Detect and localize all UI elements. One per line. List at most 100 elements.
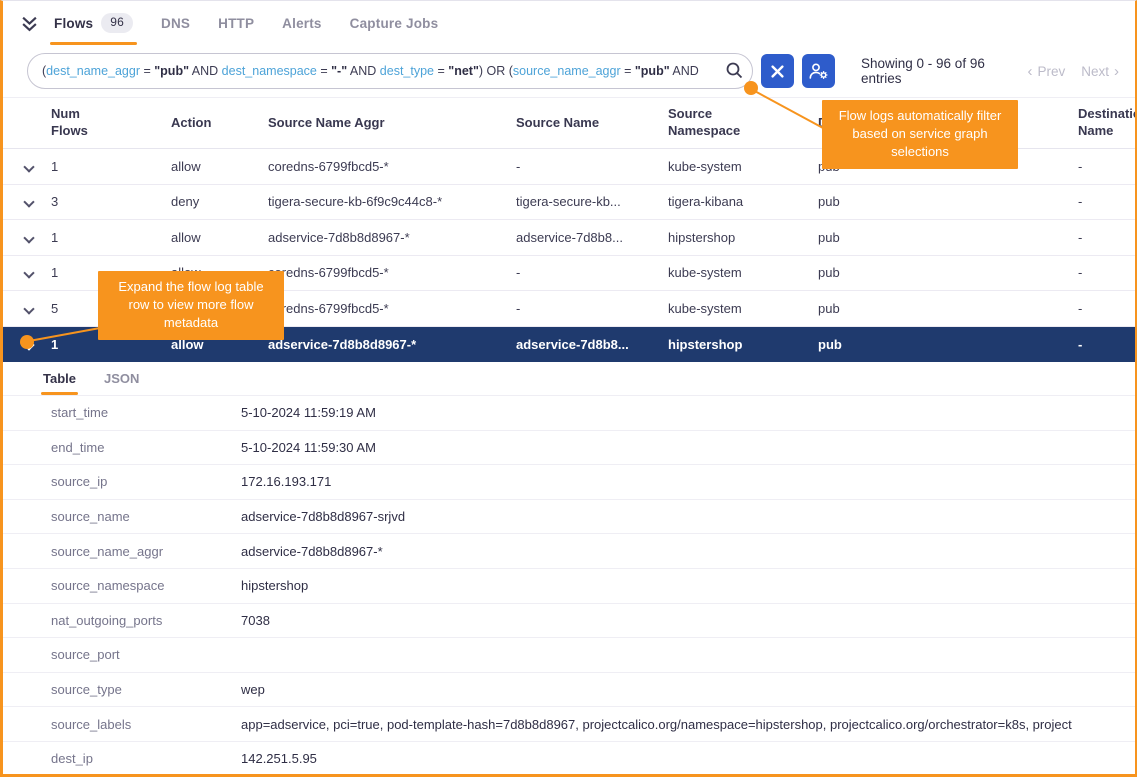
cell-action: allow — [171, 230, 268, 245]
detail-key: source_namespace — [51, 578, 241, 593]
entries-count: Showing 0 - 96 of 96 entries — [861, 56, 1019, 86]
cell-destination-name: - — [1078, 230, 1135, 245]
tab-dns[interactable]: DNS — [161, 1, 190, 45]
detail-row: source_ip172.16.193.171 — [3, 465, 1135, 500]
clear-filter-button[interactable] — [761, 54, 794, 88]
column-header[interactable]: Destination Name — [1078, 106, 1135, 140]
cell-destination-name: - — [1078, 301, 1135, 316]
table-row[interactable]: 3denytigera-secure-kb-6f9c9c44c8-*tigera… — [3, 185, 1135, 221]
cell-source-name: - — [516, 265, 668, 280]
tab-http[interactable]: HTTP — [218, 1, 254, 45]
detail-row: source_nameadservice-7d8b8d8967-srjvd — [3, 500, 1135, 535]
cell-source-namespace: tigera-kibana — [668, 194, 818, 209]
detail-value: adservice-7d8b8d8967-srjvd — [241, 509, 1135, 524]
detail-value: app=adservice, pci=true, pod-template-ha… — [241, 717, 1135, 732]
cell-source-name-aggr: adservice-7d8b8d8967-* — [268, 337, 516, 352]
detail-tab-table[interactable]: Table — [43, 362, 76, 395]
filter-settings-button[interactable] — [802, 54, 835, 88]
prev-label: Prev — [1037, 64, 1065, 79]
detail-row: dest_ip142.251.5.95 — [3, 742, 1135, 777]
cell-source-name-aggr: coredns-6799fbcd5-* — [268, 301, 516, 316]
detail-key: nat_outgoing_ports — [51, 613, 241, 628]
cell-dest-name-aggr: pub — [818, 194, 1078, 209]
query-segment: dest_namespace — [222, 64, 317, 78]
cell-destination-name: - — [1078, 337, 1135, 352]
column-header[interactable]: Source Name — [516, 115, 668, 132]
query-segment: = — [434, 64, 448, 78]
collapse-panel-icon[interactable] — [21, 15, 38, 32]
column-header[interactable]: Action — [171, 115, 268, 132]
cell-destination-name: - — [1078, 194, 1135, 209]
cell-destination-name: - — [1078, 159, 1135, 174]
expand-chevron-icon[interactable] — [3, 337, 51, 352]
detail-value: wep — [241, 682, 1135, 697]
expand-chevron-icon[interactable] — [3, 301, 51, 316]
cell-num-flows: 1 — [51, 230, 171, 245]
detail-tab-json[interactable]: JSON — [104, 362, 139, 395]
detail-value: adservice-7d8b8d8967-* — [241, 544, 1135, 559]
expand-chevron-icon[interactable] — [3, 159, 51, 174]
cell-source-namespace: hipstershop — [668, 230, 818, 245]
cell-source-name-aggr: tigera-secure-kb-6f9c9c44c8-* — [268, 194, 516, 209]
cell-destination-name: - — [1078, 265, 1135, 280]
detail-key: dest_ip — [51, 751, 241, 766]
cell-num-flows: 3 — [51, 194, 171, 209]
detail-row: source_typewep — [3, 673, 1135, 708]
cell-source-name: - — [516, 159, 668, 174]
cell-dest-name-aggr: pub — [818, 265, 1078, 280]
query-segment: "pub" — [635, 64, 670, 78]
tab-label: Flows — [54, 16, 93, 31]
cell-action: allow — [171, 159, 268, 174]
query-segment: = — [621, 64, 635, 78]
detail-value: 5-10-2024 11:59:30 AM — [241, 440, 1135, 455]
cell-source-name-aggr: adservice-7d8b8d8967-* — [268, 230, 516, 245]
query-segment: "net" — [448, 64, 479, 78]
detail-row: source_labelsapp=adservice, pci=true, po… — [3, 707, 1135, 742]
filter-row: (dest_name_aggr = "pub" AND dest_namespa… — [3, 45, 1135, 97]
tab-label: HTTP — [218, 16, 254, 31]
search-icon[interactable] — [721, 60, 744, 82]
next-button[interactable]: Next › — [1081, 63, 1119, 80]
prev-button[interactable]: ‹Prev — [1027, 63, 1065, 80]
filter-query-input[interactable]: (dest_name_aggr = "pub" AND dest_namespa… — [27, 53, 753, 89]
tab-alerts[interactable]: Alerts — [282, 1, 321, 45]
cell-action: deny — [171, 194, 268, 209]
query-segment: AND — [347, 64, 380, 78]
detail-row: end_time5-10-2024 11:59:30 AM — [3, 431, 1135, 466]
cell-source-namespace: kube-system — [668, 301, 818, 316]
column-header[interactable]: Source Namespace — [668, 106, 760, 140]
tab-capture-jobs[interactable]: Capture Jobs — [350, 1, 439, 45]
flows-count-badge: 96 — [101, 13, 133, 33]
detail-key: source_labels — [51, 717, 241, 732]
tab-label: DNS — [161, 16, 190, 31]
query-segment: "-" — [331, 64, 347, 78]
detail-key: end_time — [51, 440, 241, 455]
cell-dest-name-aggr: pub — [818, 230, 1078, 245]
cell-source-name: tigera-secure-kb... — [516, 194, 668, 209]
column-header[interactable]: Num Flows — [51, 106, 103, 140]
tab-label: Alerts — [282, 16, 321, 31]
table-row[interactable]: 1allowadservice-7d8b8d8967-*adservice-7d… — [3, 220, 1135, 256]
detail-row: source_name_aggradservice-7d8b8d8967-* — [3, 534, 1135, 569]
detail-row: source_port — [3, 638, 1135, 673]
detail-value: 5-10-2024 11:59:19 AM — [241, 405, 1135, 420]
cell-source-name: - — [516, 301, 668, 316]
cell-source-namespace: hipstershop — [668, 337, 818, 352]
tooltip-expand-tip: Expand the flow log table row to view mo… — [98, 271, 284, 340]
expand-chevron-icon[interactable] — [3, 230, 51, 245]
tab-flows[interactable]: Flows 96 — [54, 1, 133, 45]
query-segment: ) OR ( — [479, 64, 513, 78]
column-header[interactable]: Source Name Aggr — [268, 115, 516, 132]
expand-chevron-icon[interactable] — [3, 194, 51, 209]
tab-label: Capture Jobs — [350, 16, 439, 31]
next-label: Next — [1081, 64, 1109, 79]
nav-tabs: Flows 96 DNS HTTP Alerts Capture Jobs — [54, 1, 438, 45]
query-text: (dest_name_aggr = "pub" AND dest_namespa… — [42, 64, 699, 78]
query-segment: = — [140, 64, 154, 78]
cell-num-flows: 1 — [51, 159, 171, 174]
next-chevron-icon: › — [1114, 63, 1119, 80]
detail-value: hipstershop — [241, 578, 1135, 593]
expand-chevron-icon[interactable] — [3, 265, 51, 280]
query-segment: "pub" — [154, 64, 189, 78]
cell-source-name-aggr: coredns-6799fbcd5-* — [268, 265, 516, 280]
